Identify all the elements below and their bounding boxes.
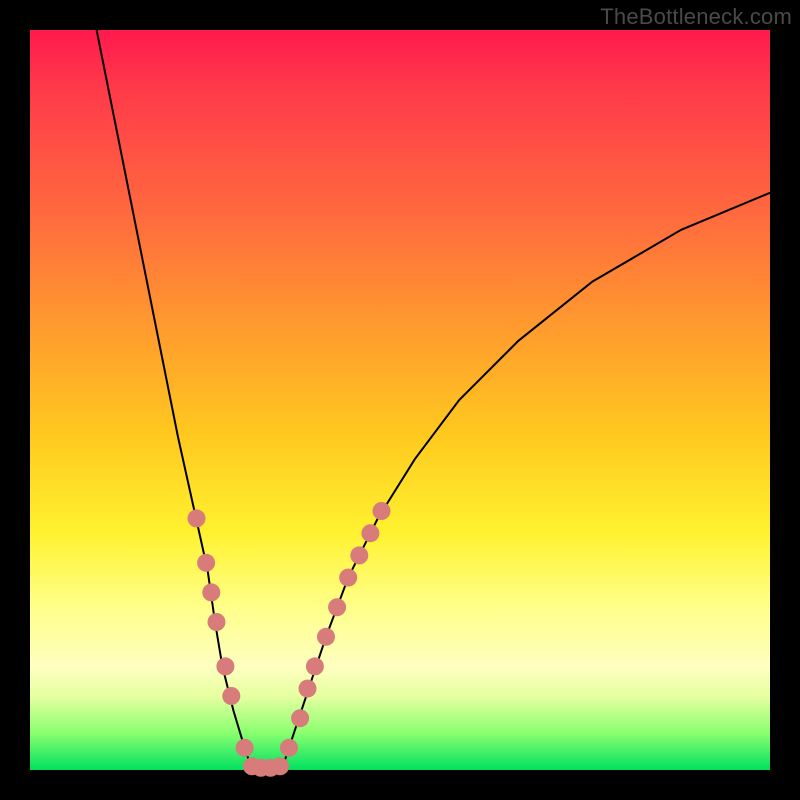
marker-dot <box>202 583 220 601</box>
chart-svg <box>30 30 770 770</box>
marker-dot <box>197 554 215 572</box>
marker-dot <box>350 546 368 564</box>
marker-dot <box>299 680 317 698</box>
plot-area <box>30 30 770 770</box>
marker-dot <box>373 502 391 520</box>
bottleneck-curve <box>97 30 770 770</box>
marker-dot <box>291 709 309 727</box>
marker-dot <box>339 569 357 587</box>
marker-dot <box>306 657 324 675</box>
marker-dot <box>222 687 240 705</box>
marker-dot <box>328 598 346 616</box>
marker-dot <box>271 757 289 775</box>
marker-dot <box>280 739 298 757</box>
watermark-text: TheBottleneck.com <box>600 4 792 30</box>
marker-dot <box>236 739 254 757</box>
chart-frame: TheBottleneck.com <box>0 0 800 800</box>
marker-dot <box>208 613 226 631</box>
marker-dot <box>317 628 335 646</box>
marker-dot <box>216 657 234 675</box>
marker-dot <box>188 509 206 527</box>
marker-dot <box>361 524 379 542</box>
